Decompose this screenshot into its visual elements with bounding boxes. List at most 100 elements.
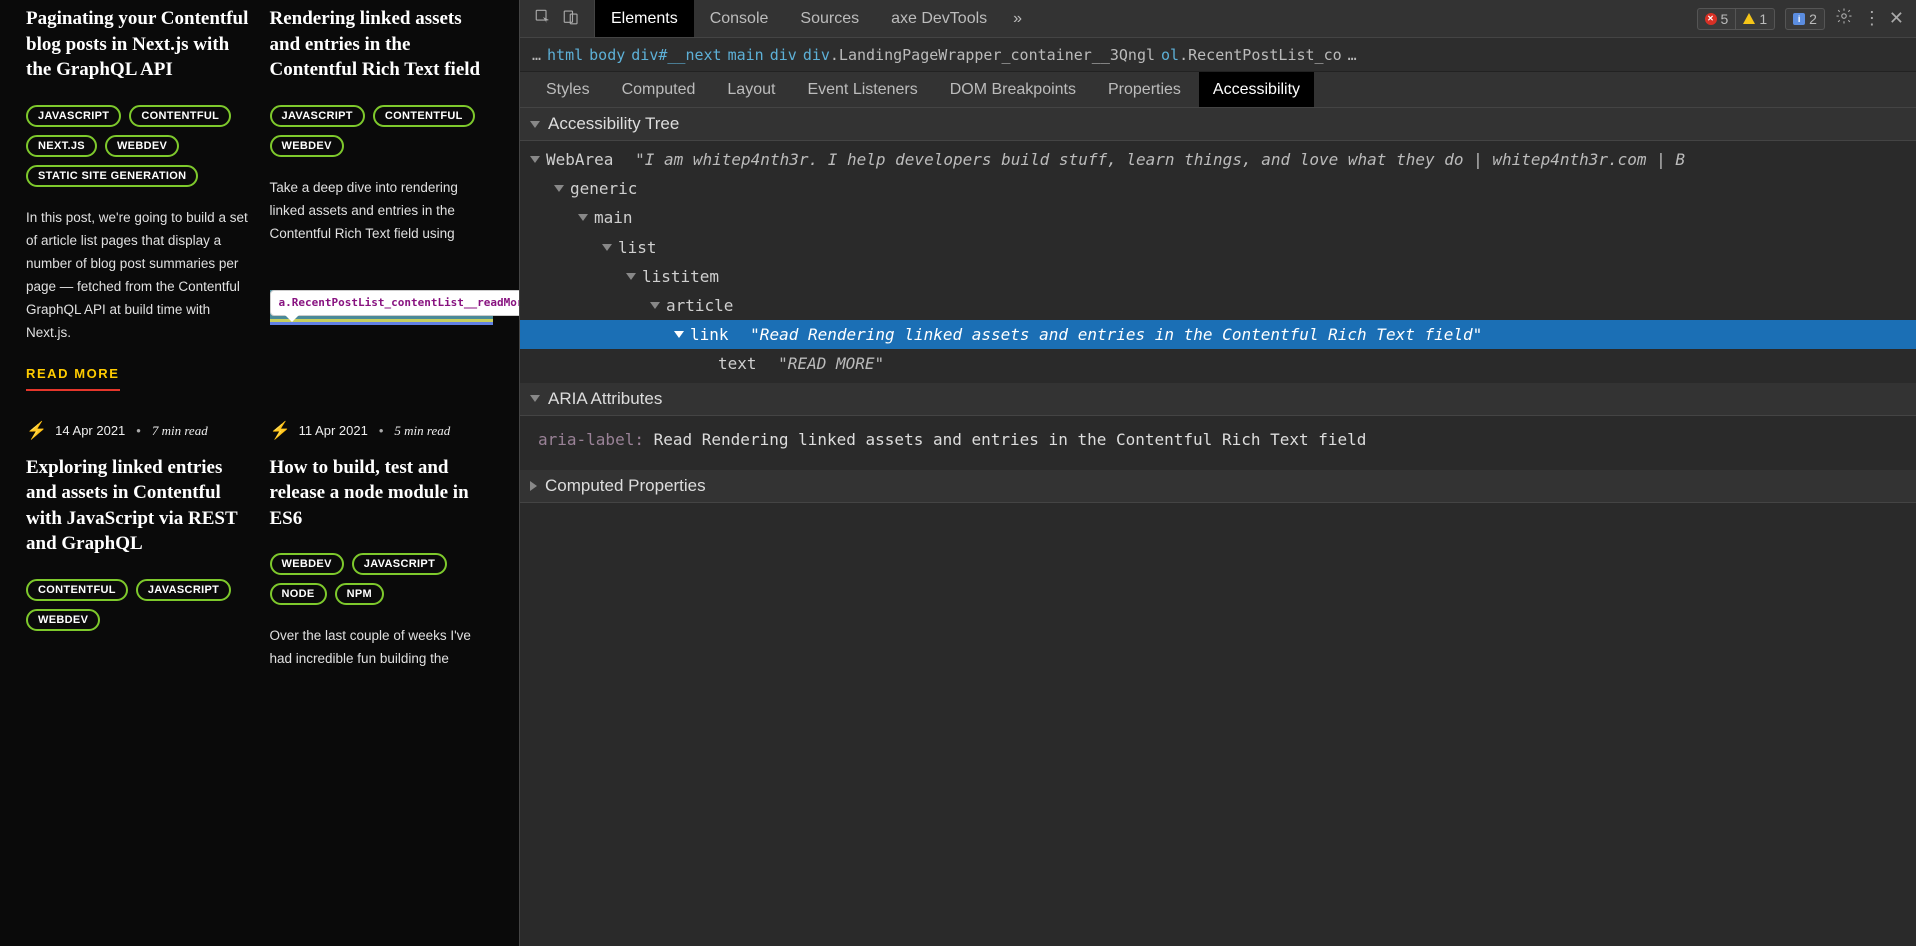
- tag[interactable]: CONTENTFUL: [26, 579, 128, 601]
- post-title[interactable]: Paginating your Contentful blog posts in…: [26, 6, 250, 83]
- more-vertical-icon[interactable]: ⋮: [1863, 8, 1879, 29]
- aria-value: Read Rendering linked assets and entries…: [654, 430, 1367, 449]
- tree-node-article[interactable]: article: [520, 291, 1916, 320]
- dom-breadcrumb[interactable]: … html body div#__next main div div.Land…: [520, 38, 1916, 72]
- devtools-panel: Elements Console Sources axe DevTools » …: [519, 0, 1916, 946]
- breadcrumb-item[interactable]: body: [589, 46, 625, 64]
- info-counts[interactable]: i2: [1785, 8, 1825, 30]
- warning-count[interactable]: 1: [1735, 9, 1774, 29]
- disclosure-triangle-icon: [650, 302, 660, 309]
- subtab-computed[interactable]: Computed: [608, 72, 710, 107]
- info-count[interactable]: i2: [1786, 9, 1824, 29]
- tag[interactable]: WEBDEV: [270, 135, 344, 157]
- subtab-layout[interactable]: Layout: [713, 72, 789, 107]
- acc-name: "READ MORE": [778, 350, 884, 377]
- breadcrumb-item[interactable]: div#__next: [631, 46, 721, 64]
- tag[interactable]: WEBDEV: [26, 609, 100, 631]
- main-tabs: Elements Console Sources axe DevTools »: [595, 0, 1032, 37]
- post-excerpt: In this post, we're going to build a set…: [26, 207, 250, 345]
- tag-list: JAVASCRIPT CONTENTFUL WEBDEV: [270, 105, 494, 157]
- tree-node-generic[interactable]: generic: [520, 174, 1916, 203]
- breadcrumb-item[interactable]: ol.RecentPostList_co: [1161, 46, 1342, 64]
- post-readtime: 7 min read: [152, 423, 208, 439]
- tree-node-listitem[interactable]: listitem: [520, 262, 1916, 291]
- breadcrumb-item[interactable]: div: [770, 46, 797, 64]
- aria-attributes: aria-label: Read Rendering linked assets…: [520, 416, 1916, 471]
- acc-name: "Read Rendering linked assets and entrie…: [750, 321, 1482, 348]
- tabs-overflow-icon[interactable]: »: [1003, 0, 1032, 37]
- breadcrumb-overflow[interactable]: …: [532, 46, 541, 64]
- post-title[interactable]: How to build, test and release a node mo…: [270, 455, 494, 532]
- disclosure-triangle-icon: [530, 395, 540, 402]
- bolt-icon: ⚡: [26, 421, 47, 441]
- tab-console[interactable]: Console: [694, 0, 785, 37]
- breadcrumb-item[interactable]: main: [728, 46, 764, 64]
- tag[interactable]: NPM: [335, 583, 384, 605]
- posts-grid: Paginating your Contentful blog posts in…: [26, 0, 493, 691]
- device-toolbar-icon[interactable]: [562, 8, 580, 30]
- aria-attributes-header[interactable]: ARIA Attributes: [520, 383, 1916, 416]
- website-viewport[interactable]: Paginating your Contentful blog posts in…: [0, 0, 519, 946]
- warning-icon: [1743, 13, 1755, 24]
- post-card: Paginating your Contentful blog posts in…: [26, 6, 250, 391]
- tab-axe-devtools[interactable]: axe DevTools: [875, 0, 1003, 37]
- post-card: Rendering linked assets and entries in t…: [270, 6, 494, 391]
- tree-node-webarea[interactable]: WebArea "I am whitep4nth3r. I help devel…: [520, 145, 1916, 174]
- toolbar-icons: [520, 0, 595, 37]
- info-icon: i: [1793, 13, 1805, 25]
- disclosure-triangle-icon: [674, 331, 684, 338]
- disclosure-triangle-icon: [602, 244, 612, 251]
- tree-node-text[interactable]: text "READ MORE": [520, 349, 1916, 378]
- inspect-element-icon[interactable]: [534, 8, 552, 30]
- error-count[interactable]: ✕5: [1698, 9, 1736, 29]
- tag[interactable]: CONTENTFUL: [373, 105, 475, 127]
- toolbar-right: ✕5 1 i2 ⋮ ✕: [1685, 7, 1916, 30]
- settings-gear-icon[interactable]: [1835, 7, 1853, 30]
- tag[interactable]: JAVASCRIPT: [136, 579, 231, 601]
- role: text: [718, 350, 757, 377]
- tag[interactable]: WEBDEV: [105, 135, 179, 157]
- tag[interactable]: JAVASCRIPT: [352, 553, 447, 575]
- tag[interactable]: NODE: [270, 583, 327, 605]
- disclosure-triangle-icon: [626, 273, 636, 280]
- role: link: [690, 321, 729, 348]
- tag[interactable]: JAVASCRIPT: [26, 105, 121, 127]
- subtab-styles[interactable]: Styles: [532, 72, 604, 107]
- post-excerpt: Take a deep dive into rendering linked a…: [270, 177, 494, 246]
- tree-node-link-selected[interactable]: link "Read Rendering linked assets and e…: [520, 320, 1916, 349]
- accessibility-tree[interactable]: WebArea "I am whitep4nth3r. I help devel…: [520, 141, 1916, 383]
- read-more-link[interactable]: READ MORE: [26, 366, 120, 391]
- tab-elements[interactable]: Elements: [595, 0, 694, 37]
- post-readtime: 5 min read: [394, 423, 450, 439]
- subtab-accessibility[interactable]: Accessibility: [1199, 72, 1314, 107]
- tag-list: JAVASCRIPT CONTENTFUL NEXT.JS WEBDEV STA…: [26, 105, 250, 187]
- subtab-event-listeners[interactable]: Event Listeners: [793, 72, 931, 107]
- disclosure-triangle-icon: [554, 185, 564, 192]
- tab-sources[interactable]: Sources: [784, 0, 875, 37]
- tag[interactable]: NEXT.JS: [26, 135, 97, 157]
- post-title[interactable]: Exploring linked entries and assets in C…: [26, 455, 250, 558]
- disclosure-triangle-icon: [578, 214, 588, 221]
- separator-dot: [133, 423, 144, 438]
- tooltip-selector: a.RecentPostList_contentList__readMoreLi…: [279, 296, 520, 310]
- post-excerpt: Over the last couple of weeks I've had i…: [270, 625, 494, 671]
- computed-properties-header[interactable]: Computed Properties: [520, 470, 1916, 503]
- subtab-dom-breakpoints[interactable]: DOM Breakpoints: [936, 72, 1090, 107]
- tag[interactable]: JAVASCRIPT: [270, 105, 365, 127]
- accessibility-tree-header[interactable]: Accessibility Tree: [520, 108, 1916, 141]
- close-icon[interactable]: ✕: [1889, 8, 1904, 29]
- breadcrumb-item[interactable]: html: [547, 46, 583, 64]
- error-count-text: 5: [1721, 11, 1729, 27]
- subtab-properties[interactable]: Properties: [1094, 72, 1195, 107]
- breadcrumb-item[interactable]: div.LandingPageWrapper_container__3Qngl: [803, 46, 1155, 64]
- tag[interactable]: STATIC SITE GENERATION: [26, 165, 198, 187]
- issue-counts[interactable]: ✕5 1: [1697, 8, 1776, 30]
- tag[interactable]: CONTENTFUL: [129, 105, 231, 127]
- tree-node-main[interactable]: main: [520, 203, 1916, 232]
- disclosure-triangle-icon: [530, 481, 537, 491]
- aria-key: aria-label:: [538, 430, 644, 449]
- post-title[interactable]: Rendering linked assets and entries in t…: [270, 6, 494, 83]
- tag[interactable]: WEBDEV: [270, 553, 344, 575]
- tree-node-list[interactable]: list: [520, 233, 1916, 262]
- info-count-text: 2: [1809, 11, 1817, 27]
